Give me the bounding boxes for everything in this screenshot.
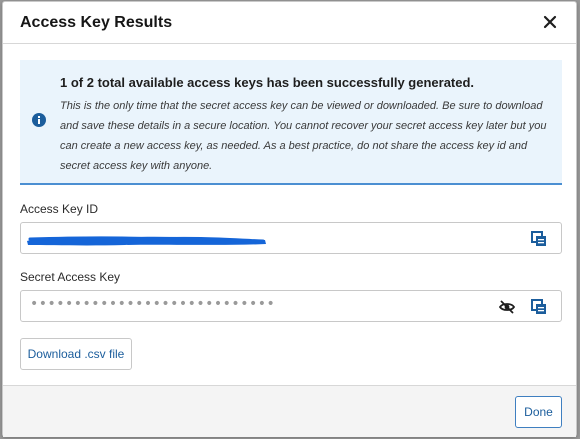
success-notice: 1 of 2 total available access keys has b…	[20, 60, 562, 185]
secret-access-key-label: Secret Access Key	[20, 270, 121, 284]
toggle-visibility-button[interactable]	[498, 299, 516, 315]
access-key-id-label: Access Key ID	[20, 202, 99, 216]
access-key-results-dialog: Access Key Results 1 of 2 total availabl…	[2, 1, 577, 437]
eye-off-icon	[498, 300, 516, 314]
notice-body: This is the only time that the secret ac…	[60, 100, 547, 172]
close-button[interactable]	[542, 14, 558, 30]
redaction-mark	[27, 236, 266, 246]
copy-access-key-id-button[interactable]	[531, 231, 547, 247]
close-icon	[543, 15, 557, 29]
masked-secret-value: ••••••••••••••••••••••••••••	[30, 296, 276, 312]
access-key-id-field[interactable]	[20, 222, 562, 254]
copy-secret-key-button[interactable]	[531, 299, 547, 315]
copy-icon	[531, 299, 546, 314]
secret-access-key-field[interactable]: ••••••••••••••••••••••••••••	[20, 290, 562, 322]
done-button[interactable]: Done	[515, 396, 562, 428]
notice-title: 1 of 2 total available access keys has b…	[60, 75, 475, 90]
download-csv-button[interactable]: Download .csv file	[20, 338, 132, 370]
dialog-header: Access Key Results	[3, 2, 576, 44]
info-icon	[32, 113, 46, 127]
dialog-title: Access Key Results	[20, 14, 173, 31]
copy-icon	[531, 231, 546, 246]
dialog-footer: Done	[3, 385, 576, 437]
